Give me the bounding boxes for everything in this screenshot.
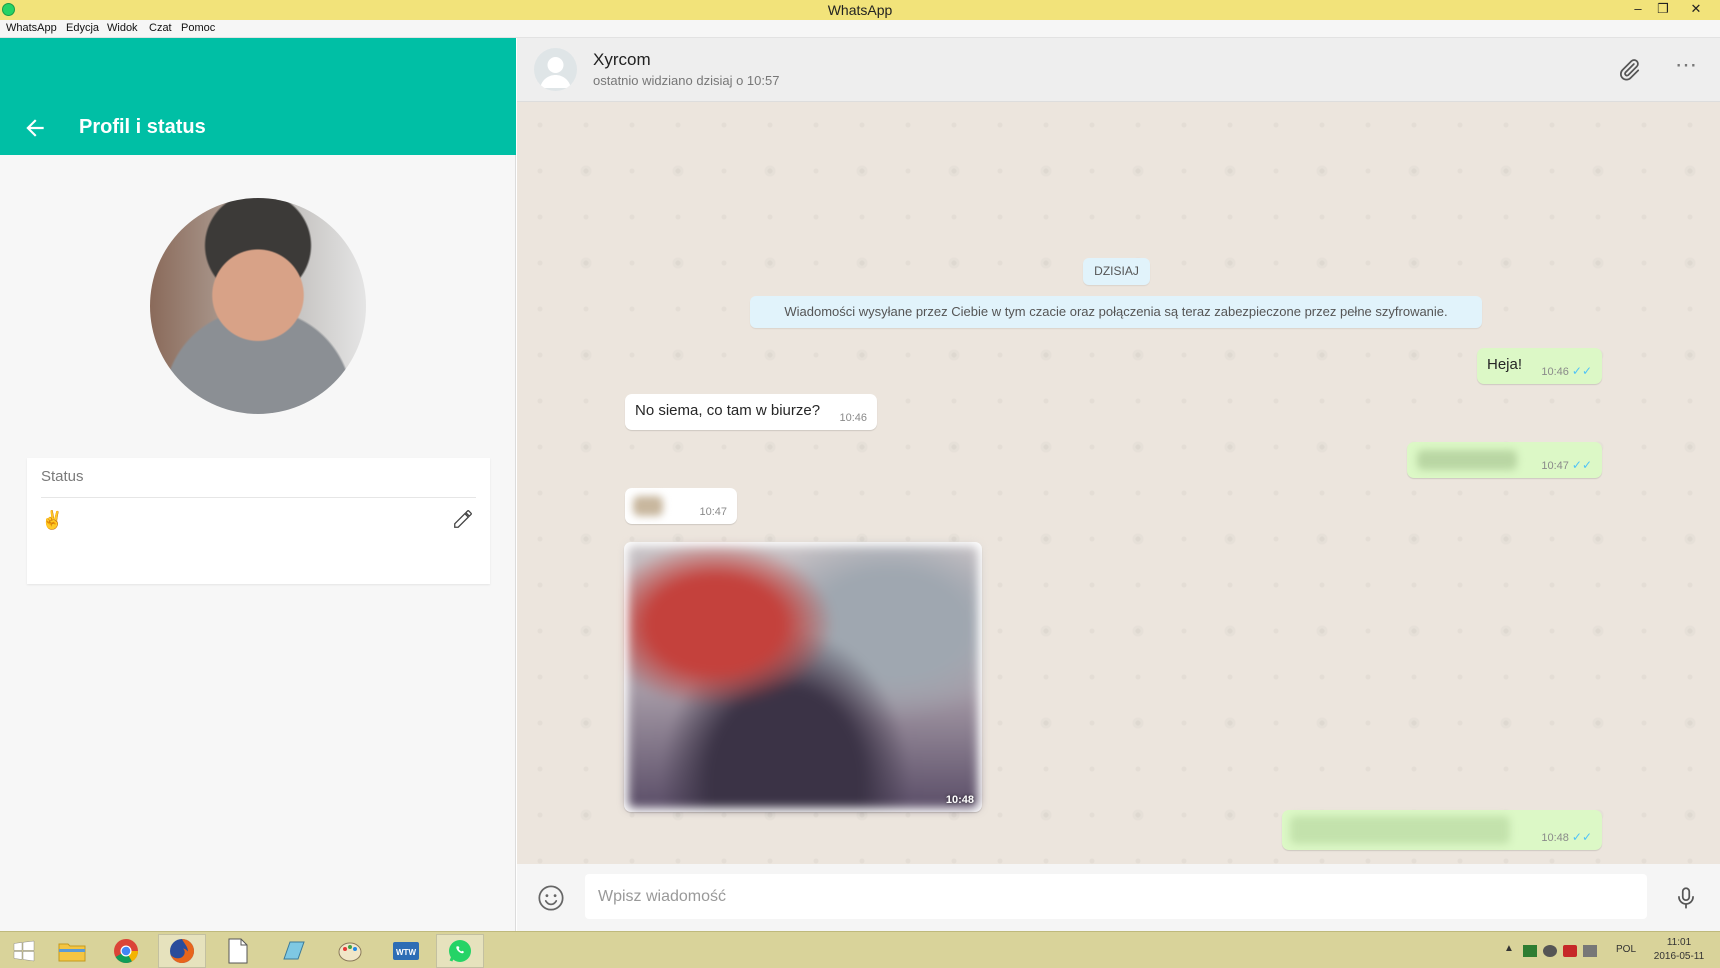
message-bubble-outgoing-blurred[interactable]: 10:48 ✓✓ bbox=[1282, 810, 1602, 850]
taskbar-notepad[interactable] bbox=[270, 934, 318, 968]
tray-clock-time[interactable]: 11:01 bbox=[1650, 937, 1708, 948]
tray-app-icon[interactable] bbox=[1543, 945, 1557, 957]
tray-overflow-icon[interactable]: ▲ bbox=[1504, 943, 1514, 954]
tray-language[interactable]: POL bbox=[1616, 944, 1636, 955]
taskbar-document[interactable] bbox=[214, 934, 262, 968]
profile-panel: Profil i status Status ✌ bbox=[0, 38, 516, 931]
message-time: 10:46 ✓✓ bbox=[1541, 364, 1592, 378]
profile-header: Profil i status bbox=[0, 38, 516, 155]
document-icon bbox=[228, 938, 248, 964]
blurred-sticker bbox=[633, 496, 663, 516]
menu-czat[interactable]: Czat bbox=[149, 22, 172, 34]
message-time: 10:48 ✓✓ bbox=[1541, 830, 1592, 844]
whatsapp-icon bbox=[449, 940, 471, 962]
message-bubble-outgoing[interactable]: Heja! 10:46 ✓✓ bbox=[1477, 348, 1602, 384]
blurred-photo bbox=[628, 546, 978, 808]
double-check-icon: ✓✓ bbox=[1571, 364, 1592, 378]
message-text: No siema, co tam w biurze? bbox=[635, 402, 821, 419]
contact-avatar[interactable] bbox=[534, 48, 577, 91]
taskbar-chrome[interactable] bbox=[102, 934, 150, 968]
tray-network-icon[interactable] bbox=[1523, 945, 1537, 957]
status-card: Status ✌ bbox=[27, 458, 490, 584]
image-time: 10:48 bbox=[945, 794, 974, 806]
paperclip-icon[interactable] bbox=[1616, 57, 1642, 83]
window-title: WhatsApp bbox=[827, 2, 893, 18]
message-list[interactable]: DZISIAJ Wiadomości wysyłane przez Ciebie… bbox=[517, 102, 1720, 864]
menu-pomoc[interactable]: Pomoc bbox=[181, 22, 215, 34]
chrome-icon bbox=[114, 939, 138, 964]
status-value: ✌ bbox=[41, 510, 64, 530]
message-input[interactable] bbox=[585, 874, 1647, 919]
encryption-notice: Wiadomości wysyłane przez Ciebie w tym c… bbox=[750, 296, 1482, 328]
windows-logo-icon bbox=[13, 940, 35, 962]
tray-volume-muted-icon[interactable] bbox=[1563, 945, 1577, 957]
microphone-icon[interactable] bbox=[1673, 884, 1699, 912]
menu-widok[interactable]: Widok bbox=[107, 22, 138, 34]
taskbar-whatsapp[interactable] bbox=[436, 934, 484, 968]
composer-bar bbox=[517, 864, 1720, 931]
message-bubble-incoming[interactable]: No siema, co tam w biurze? 10:46 bbox=[625, 394, 877, 430]
taskbar: WTW ▲ POL 11:01 2016-05-11 bbox=[0, 931, 1720, 968]
chat-panel: Xyrcom ostatnio widziano dzisiaj o 10:57… bbox=[517, 38, 1720, 931]
message-time: 10:47 ✓✓ bbox=[1541, 458, 1592, 472]
profile-photo[interactable] bbox=[150, 198, 366, 414]
emoji-icon[interactable] bbox=[537, 884, 565, 912]
blurred-text bbox=[1290, 816, 1510, 844]
notepad-icon bbox=[283, 941, 305, 960]
pencil-edit-icon[interactable] bbox=[452, 508, 474, 530]
menu-whatsapp[interactable]: WhatsApp bbox=[6, 22, 57, 34]
message-bubble-outgoing-blurred[interactable]: 10:47 ✓✓ bbox=[1407, 442, 1602, 478]
menu-edycja[interactable]: Edycja bbox=[66, 22, 99, 34]
status-label: Status bbox=[41, 468, 84, 485]
chat-header: Xyrcom ostatnio widziano dzisiaj o 10:57… bbox=[517, 38, 1720, 102]
profile-title: Profil i status bbox=[79, 116, 206, 138]
svg-text:WTW: WTW bbox=[396, 948, 416, 957]
firefox-icon bbox=[170, 939, 194, 963]
tray-clock-date[interactable]: 2016-05-11 bbox=[1650, 951, 1708, 962]
tray-monitor-icon[interactable] bbox=[1583, 945, 1597, 957]
contact-last-seen: ostatnio widziano dzisiaj o 10:57 bbox=[593, 73, 780, 88]
back-arrow-icon[interactable] bbox=[22, 115, 48, 141]
more-options-icon[interactable]: ⋯ bbox=[1673, 54, 1699, 82]
contact-name[interactable]: Xyrcom bbox=[593, 50, 651, 70]
blurred-text bbox=[1417, 450, 1517, 470]
message-time: 10:46 bbox=[839, 412, 867, 424]
taskbar-firefox[interactable] bbox=[158, 934, 206, 968]
status-divider bbox=[41, 497, 476, 498]
message-text: Heja! bbox=[1487, 356, 1523, 373]
restore-button[interactable]: ❐ bbox=[1652, 0, 1674, 20]
minimize-button[interactable]: – bbox=[1627, 0, 1649, 20]
wtw-icon: WTW bbox=[393, 942, 419, 960]
title-bar: WhatsApp – ❐ ✕ bbox=[0, 0, 1720, 20]
close-button[interactable]: ✕ bbox=[1685, 0, 1707, 20]
message-bubble-incoming-blurred[interactable]: 10:47 bbox=[625, 488, 737, 524]
paint-palette-icon bbox=[338, 942, 362, 962]
image-message[interactable]: 10:48 bbox=[624, 542, 982, 812]
menu-bar: WhatsApp Edycja Widok Czat Pomoc bbox=[0, 20, 1720, 38]
taskbar-paint[interactable] bbox=[326, 934, 374, 968]
folder-icon bbox=[58, 943, 86, 962]
date-separator: DZISIAJ bbox=[1083, 258, 1150, 285]
start-button[interactable] bbox=[0, 934, 48, 968]
double-check-icon: ✓✓ bbox=[1571, 458, 1592, 472]
taskbar-wtw[interactable]: WTW bbox=[382, 934, 430, 968]
message-time: 10:47 bbox=[699, 506, 727, 518]
default-avatar-icon bbox=[540, 57, 571, 88]
taskbar-file-explorer[interactable] bbox=[48, 934, 96, 968]
double-check-icon: ✓✓ bbox=[1571, 830, 1592, 844]
